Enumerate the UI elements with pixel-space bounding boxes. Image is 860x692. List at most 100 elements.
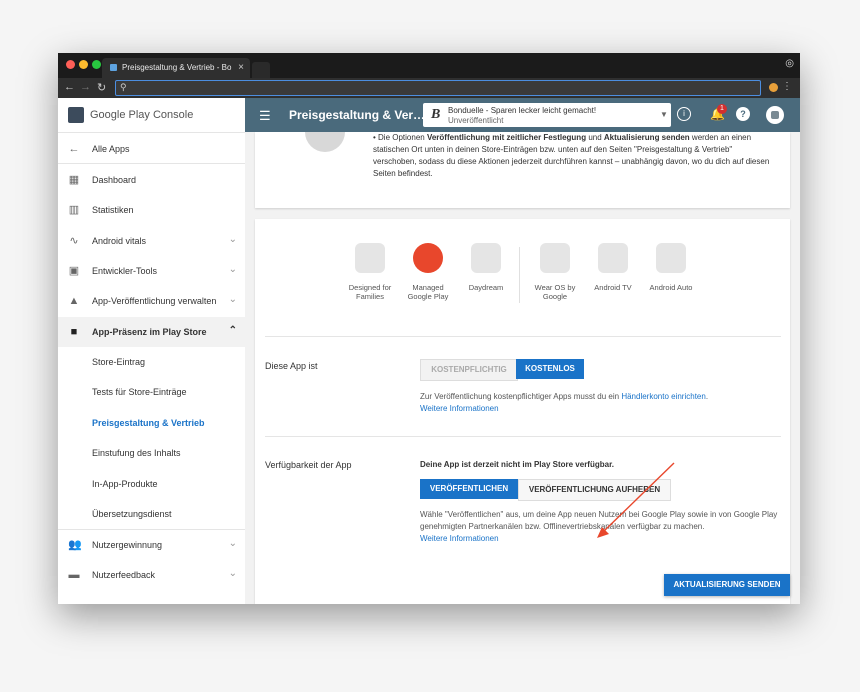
new-tab-button[interactable] [252, 62, 270, 78]
page-header: ☰ Preisgestaltung & Ver… B Bonduelle - S… [245, 98, 800, 132]
close-tab-icon[interactable]: × [238, 62, 244, 73]
feedback-icon: ▬ [68, 569, 80, 581]
feature-android-auto[interactable]: Android Auto [636, 243, 706, 292]
chevron-down-icon: ⌄ [228, 568, 237, 579]
sidebar-item-label: App-Präsenz im Play Store [92, 327, 207, 337]
sidebar-item-label: Statistiken [92, 205, 134, 215]
watch-icon [540, 243, 570, 273]
briefcase-icon [413, 243, 443, 273]
info-text-part: Die Optionen [378, 133, 427, 142]
sidebar-item-content-rating[interactable]: Einstufung des Inhalts [58, 438, 245, 468]
minimize-window-button[interactable] [79, 60, 88, 69]
forward-icon[interactable]: → [80, 81, 91, 93]
dashboard-icon: ▦ [68, 174, 80, 186]
sidebar-item-user-feedback[interactable]: ▬ Nutzerfeedback ⌄ [58, 560, 245, 590]
sidebar-item-user-acquisition[interactable]: 👥 Nutzergewinnung ⌄ [58, 530, 245, 560]
divider [58, 163, 245, 164]
merchant-account-link[interactable]: Händlerkonto einrichten [621, 392, 706, 401]
extension-icon[interactable] [769, 83, 778, 92]
sidebar-item-android-vitals[interactable]: ∿ Android vitals ⌄ [58, 226, 245, 256]
brand-name: Google Play Console [90, 109, 194, 121]
sidebar-item-store-presence[interactable]: ■ App-Präsenz im Play Store ⌃ [58, 317, 245, 347]
divider [265, 436, 781, 437]
tv-icon [598, 243, 628, 273]
pricing-note-text: Zur Veröffentlichung kostenpflichtiger A… [420, 392, 622, 401]
chevron-down-icon: ⌄ [228, 234, 237, 245]
sidebar-item-label: Alle Apps [92, 144, 130, 154]
publish-button[interactable]: VERÖFFENTLICHEN [420, 479, 518, 499]
feature-label: Google [542, 292, 568, 301]
unpublish-button[interactable]: VERÖFFENTLICHUNG AUFHEBEN [518, 479, 671, 501]
main-content: • Die Optionen Veröffentlichung mit zeit… [245, 98, 800, 604]
sidebar-item-release-management[interactable]: ▲ App-Veröffentlichung verwalten ⌄ [58, 286, 245, 316]
submit-update-button[interactable]: AKTUALISIERUNG SENDEN [664, 574, 790, 596]
app-status: Unveröffentlicht [448, 116, 504, 125]
bar-chart-icon: ▥ [68, 204, 80, 216]
availability-status: Deine App ist derzeit nicht im Play Stor… [420, 460, 614, 469]
more-info-link[interactable]: Weitere Informationen [420, 404, 499, 413]
info-card: • Die Optionen Veröffentlichung mit zeit… [255, 112, 790, 208]
search-icon: ⚲ [120, 82, 127, 92]
brand-logo[interactable]: Google Play Console [58, 98, 245, 133]
arrow-left-icon: ← [68, 143, 80, 155]
sidebar-item-label: Tests für Store-Einträge [92, 387, 187, 397]
play-console-icon [68, 107, 84, 123]
feature-label: Google Play [407, 292, 449, 301]
page-title: Preisgestaltung & Ver… [289, 108, 426, 122]
sidebar-item-label: Entwickler-Tools [92, 266, 158, 276]
sidebar-item-label: In-App-Produkte [92, 479, 158, 489]
sidebar-item-pricing-distribution[interactable]: Preisgestaltung & Vertrieb [58, 408, 245, 438]
sidebar-item-in-app-products[interactable]: In-App-Produkte [58, 469, 245, 499]
sidebar-item-dev-tools[interactable]: ▣ Entwickler-Tools ⌄ [58, 256, 245, 286]
rocket-icon: ▲ [68, 295, 80, 307]
info-text-part: und [586, 133, 604, 142]
reload-icon[interactable]: ↻ [97, 81, 106, 94]
tab-title: Preisgestaltung & Vertrieb - Bo [122, 63, 232, 72]
info-icon[interactable]: i [677, 107, 691, 121]
maximize-window-button[interactable] [92, 60, 101, 69]
sidebar-item-label: Nutzerfeedback [92, 570, 156, 580]
menu-icon[interactable]: ☰ [259, 108, 271, 124]
dropdown-arrow-icon: ▼ [660, 110, 668, 119]
availability-note-text: Wähle "Veröffentlichen" aus, um deine Ap… [420, 510, 778, 531]
pricing-label: Diese App ist [265, 361, 318, 371]
close-window-button[interactable] [66, 60, 75, 69]
chevron-down-icon: ⌄ [228, 294, 237, 305]
sidebar-item-translation-service[interactable]: Übersetzungsdienst [58, 499, 245, 529]
browser-tab[interactable]: Preisgestaltung & Vertrieb - Bo × [102, 58, 250, 78]
sidebar-item-label: Übersetzungsdienst [92, 509, 172, 519]
sidebar-item-all-apps[interactable]: ← Alle Apps [58, 134, 245, 164]
auto-icon [656, 243, 686, 273]
address-input[interactable]: ⚲ [115, 80, 761, 96]
free-button[interactable]: KOSTENLOS [516, 359, 584, 379]
settings-card: Designed for Families Managed Google Pla… [255, 219, 790, 604]
dev-tools-icon: ▣ [68, 265, 80, 277]
sidebar-item-dashboard[interactable]: ▦ Dashboard [58, 165, 245, 195]
browser-menu-icon[interactable]: ⋮ [782, 81, 792, 92]
address-bar-row: ← → ↻ ⚲ ⋮ [58, 78, 800, 98]
sidebar-item-label: Android vitals [92, 236, 147, 246]
help-icon[interactable]: ? [736, 107, 750, 121]
pricing-note: Zur Veröffentlichung kostenpflichtiger A… [420, 391, 780, 415]
more-info-link[interactable]: Weitere Informationen [420, 534, 499, 543]
sidebar-item-statistics[interactable]: ▥ Statistiken [58, 195, 245, 225]
app-logo-icon: B [431, 107, 441, 122]
user-acquisition-icon: 👥 [68, 539, 82, 551]
sidebar-item-label: Dashboard [92, 175, 137, 185]
sidebar-item-store-listing[interactable]: Store-Eintrag [58, 347, 245, 377]
sidebar-item-store-listing-tests[interactable]: Tests für Store-Einträge [58, 377, 245, 407]
info-text-bold: Aktualisierung senden [603, 133, 690, 142]
vitals-icon: ∿ [69, 235, 79, 247]
paid-button[interactable]: KOSTENPFLICHTIG [420, 359, 518, 381]
store-icon: ■ [70, 326, 78, 338]
feature-daydream[interactable]: Daydream [451, 243, 521, 292]
favicon-icon [110, 64, 117, 71]
app-name: Bonduelle - Sparen lecker leicht gemacht… [448, 106, 597, 115]
chevron-down-icon: ⌄ [228, 538, 237, 549]
sidebar-item-label: Nutzergewinnung [92, 540, 163, 550]
info-text: • Die Optionen Veröffentlichung mit zeit… [373, 133, 770, 178]
back-icon[interactable]: ← [64, 81, 75, 93]
avatar[interactable] [766, 106, 784, 124]
browser-window: Preisgestaltung & Vertrieb - Bo × ◎ ← → … [58, 53, 800, 604]
app-selector[interactable]: B Bonduelle - Sparen lecker leicht gemac… [423, 103, 671, 127]
